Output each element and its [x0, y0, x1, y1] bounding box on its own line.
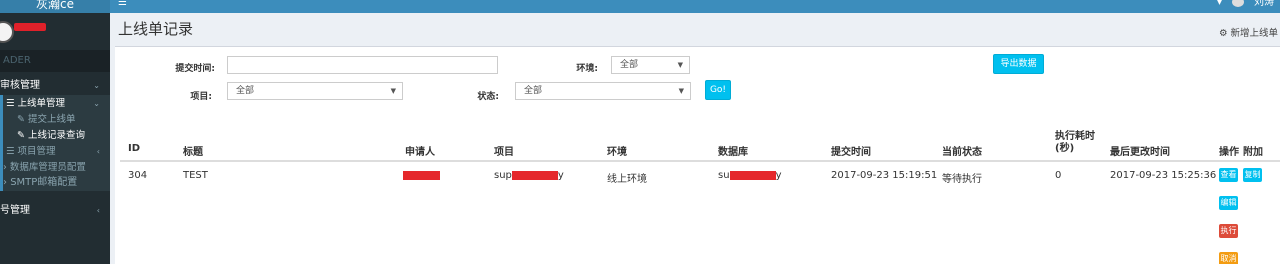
cell-db: su y [718, 170, 781, 181]
sidebar-item-release-mgmt[interactable]: ☰ 上线单管理 ⌄ [3, 96, 110, 112]
chevron-down-icon: ⌄ [93, 81, 100, 90]
dropdown-chevron-icon[interactable]: ▾ [1217, 0, 1222, 8]
sidebar-item-dba-config[interactable]: › 数据库管理员配置 [3, 160, 110, 176]
sidebar-item-label: 提交上线单 [27, 114, 76, 125]
cell-title: TEST [183, 170, 208, 181]
status-label: 状态: [477, 92, 499, 102]
cell-status: 等待执行 [942, 174, 982, 185]
gear-icon: ⚙ [1218, 28, 1231, 39]
cell-project: sup y [494, 170, 564, 181]
env-select-value: 全部 [620, 60, 639, 70]
list-icon: ☰ [6, 98, 18, 109]
cell-project-end: y [557, 170, 564, 181]
cell-db-start: su [718, 170, 730, 181]
sidebar-item-review[interactable]: 审核管理 ⌄ [0, 78, 110, 94]
chevron-left-icon: ‹ [96, 206, 100, 215]
column-header: 项目 [494, 147, 514, 158]
top-navbar: 灰瀚ce ☰ ▾ 刘涛 [0, 0, 1280, 13]
sidebar-item-label: SMTP邮箱配置 [10, 177, 78, 188]
new-release-link[interactable]: ⚙ 新增上线单 [1219, 25, 1278, 39]
project-label: 项目: [190, 92, 212, 102]
submit-time-input[interactable] [227, 56, 498, 74]
sidebar-group-release: ☰ 上线单管理 ⌄ ✎ 提交上线单 ✎ 上线记录查询 ☰ 项目管理 ‹ › 数据… [0, 95, 110, 175]
column-header: 执行耗时(秒) [1055, 131, 1095, 154]
cell-submit-time: 2017-09-23 15:19:51 [831, 170, 938, 181]
column-header: 操作 [1219, 147, 1239, 158]
cell-project-start: sup [494, 170, 512, 181]
view-button[interactable]: 查看 [1219, 168, 1238, 182]
column-header: 当前状态 [942, 147, 982, 158]
cell-env: 线上环境 [607, 174, 647, 185]
env-label: 环境: [576, 64, 598, 74]
column-header: 申请人 [405, 147, 435, 158]
user-panel [0, 13, 110, 49]
sidebar-item-label: 上线单管理 [17, 98, 66, 109]
project-select-value: 全部 [236, 86, 255, 96]
sidebar-item-submit-release[interactable]: ✎ 提交上线单 [3, 112, 110, 128]
sidebar: ADER 审核管理 ⌄ ☰ 上线单管理 ⌄ ✎ 提交上线单 ✎ 上线记录查询 ☰… [0, 13, 110, 264]
chevron-left-icon: ‹ [96, 147, 100, 156]
circle-icon: ✎ [17, 114, 28, 125]
cancel-button[interactable]: 取消 [1219, 252, 1238, 264]
circle-icon: ✎ [17, 130, 28, 141]
sidebar-item-label: 号管理 [0, 205, 30, 216]
column-header: 提交时间 [831, 147, 871, 158]
column-header: 标题 [183, 147, 203, 158]
cell-db-end: y [775, 170, 782, 181]
cell-updated: 2017-09-23 15:25:36 [1110, 170, 1217, 181]
caret-down-icon: ▼ [677, 61, 683, 69]
main-content: 上线单记录 ⚙ 新增上线单 提交时间: 环境: 全部 ▼ 导出数据 项目: 全部… [110, 13, 1280, 264]
sidebar-item-label: 数据库管理员配置 [9, 162, 86, 173]
edit-button[interactable]: 编辑 [1219, 196, 1238, 210]
sidebar-item-label: 项目管理 [17, 146, 56, 157]
redacted-db [729, 170, 776, 180]
go-button[interactable]: Go! [705, 80, 731, 100]
export-data-button[interactable]: 导出数据 [993, 54, 1044, 74]
chevron-down-icon: ⌄ [93, 99, 100, 108]
header-divider [120, 160, 1280, 162]
column-header: 附加 [1243, 147, 1263, 158]
caret-down-icon: ▼ [678, 87, 684, 95]
sidebar-item-project-mgmt[interactable]: ☰ 项目管理 ‹ [3, 144, 110, 160]
column-header: ID [128, 143, 141, 154]
list-icon: ☰ [6, 146, 18, 157]
records-box: 提交时间: 环境: 全部 ▼ 导出数据 项目: 全部 ▼ 状态: 全部 ▼ Go… [115, 46, 1280, 264]
sidebar-header: ADER [0, 50, 110, 72]
status-select-value: 全部 [524, 86, 543, 96]
redacted-username [14, 23, 46, 31]
sidebar-item-label: 上线记录查询 [27, 130, 85, 141]
page-title: 上线单记录 [118, 20, 194, 38]
execute-button[interactable]: 执行 [1219, 224, 1238, 238]
sidebar-item-release-history[interactable]: ✎ 上线记录查询 [3, 128, 110, 144]
project-select[interactable]: 全部 ▼ [227, 82, 403, 100]
app-logo[interactable]: 灰瀚ce [0, 0, 110, 13]
navbar-right: ▾ 刘涛 [1217, 0, 1274, 8]
caret-down-icon: ▼ [390, 87, 396, 95]
sidebar-item-label: 审核管理 [0, 80, 40, 91]
status-select[interactable]: 全部 ▼ [515, 82, 691, 100]
column-header: 最后更改时间 [1110, 147, 1170, 158]
sidebar-toggle-icon[interactable]: ☰ [118, 0, 127, 8]
redacted-project [511, 170, 558, 180]
sidebar-item-account[interactable]: 号管理 ‹ [0, 203, 110, 219]
redacted-applicant [403, 171, 440, 180]
circle-icon: › [3, 162, 10, 173]
cell-id: 304 [128, 170, 148, 181]
user-avatar[interactable] [1232, 0, 1244, 7]
new-release-label: 新增上线单 [1230, 28, 1278, 39]
copy-button[interactable]: 复制 [1243, 168, 1262, 182]
user-name[interactable]: 刘涛 [1254, 0, 1274, 8]
column-header: 数据库 [718, 147, 748, 158]
user-avatar-large [0, 21, 14, 43]
sidebar-item-smtp[interactable]: › SMTP邮箱配置 [0, 175, 110, 191]
env-select[interactable]: 全部 ▼ [611, 56, 690, 74]
column-header: 环境 [607, 147, 627, 158]
submit-time-label: 提交时间: [175, 64, 215, 74]
cell-duration: 0 [1055, 170, 1062, 181]
